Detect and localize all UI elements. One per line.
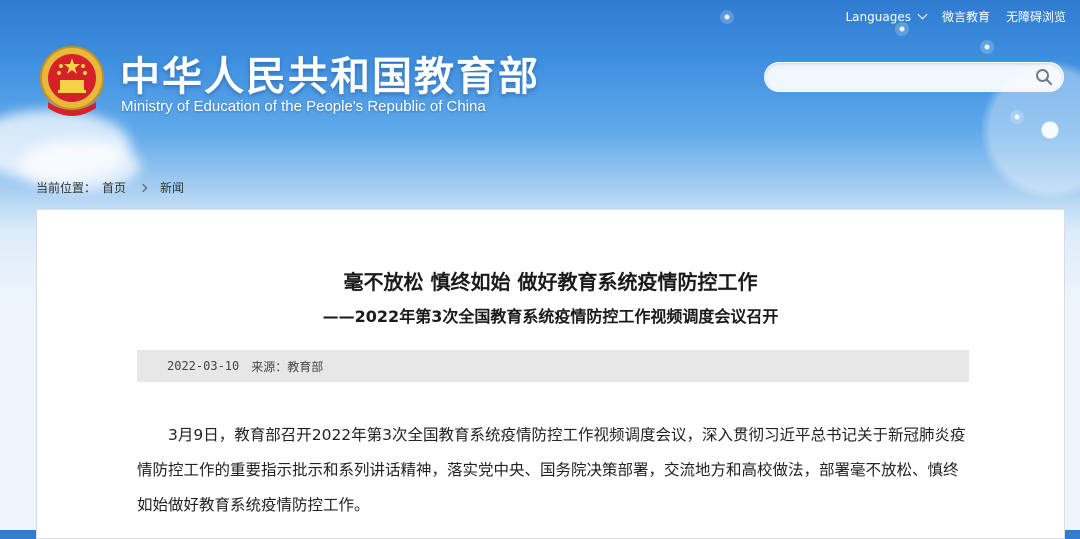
- top-bar: Languages 微言教育 无障碍浏览: [845, 8, 1066, 25]
- site-title-en[interactable]: Ministry of Education of the People's Re…: [121, 98, 486, 115]
- seed-decoration: [720, 10, 734, 24]
- site-title-cn[interactable]: 中华人民共和国教育部: [120, 44, 540, 102]
- national-emblem-icon[interactable]: [38, 44, 106, 120]
- article-title: 毫不放松 慎终如始 做好教育系统疫情防控工作: [343, 270, 758, 294]
- accessibility-label: 无障碍浏览: [1005, 10, 1066, 24]
- search-icon[interactable]: [1035, 68, 1053, 86]
- article-body: 3月9日，教育部召开2022年第3次全国教育系统疫情防控工作视频调度会议，深入贯…: [137, 426, 966, 514]
- breadcrumb-current-link[interactable]: 新闻: [160, 179, 184, 196]
- seed-decoration: [1010, 110, 1024, 124]
- chevron-right-icon: [138, 183, 148, 192]
- languages-label: Languages: [845, 9, 911, 24]
- weiyan-link[interactable]: 微言教育: [942, 8, 990, 25]
- seed-decoration: [980, 40, 994, 54]
- article-source: 来源：教育部: [251, 359, 324, 374]
- breadcrumb: 当前位置： 首页 新闻: [36, 179, 184, 196]
- article-date: 2022-03-10: [167, 359, 240, 373]
- chevron-down-icon: [917, 9, 928, 20]
- search-box: [764, 62, 1064, 93]
- accessibility-link[interactable]: 无障碍浏览: [1006, 8, 1066, 25]
- article-card: 毫不放松 慎终如始 做好教育系统疫情防控工作 ——2022年第3次全国教育系统疫…: [36, 209, 1065, 539]
- breadcrumb-prefix: 当前位置：: [36, 181, 97, 195]
- weiyan-label: 微言教育: [941, 10, 990, 24]
- breadcrumb-home-link[interactable]: 首页: [102, 179, 126, 196]
- languages-dropdown[interactable]: Languages: [845, 9, 928, 24]
- article-meta: 2022-03-10 来源：教育部: [137, 350, 969, 382]
- search-input[interactable]: [779, 63, 1033, 93]
- article-subtitle: ——2022年第3次全国教育系统疫情防控工作视频调度会议召开: [322, 307, 779, 326]
